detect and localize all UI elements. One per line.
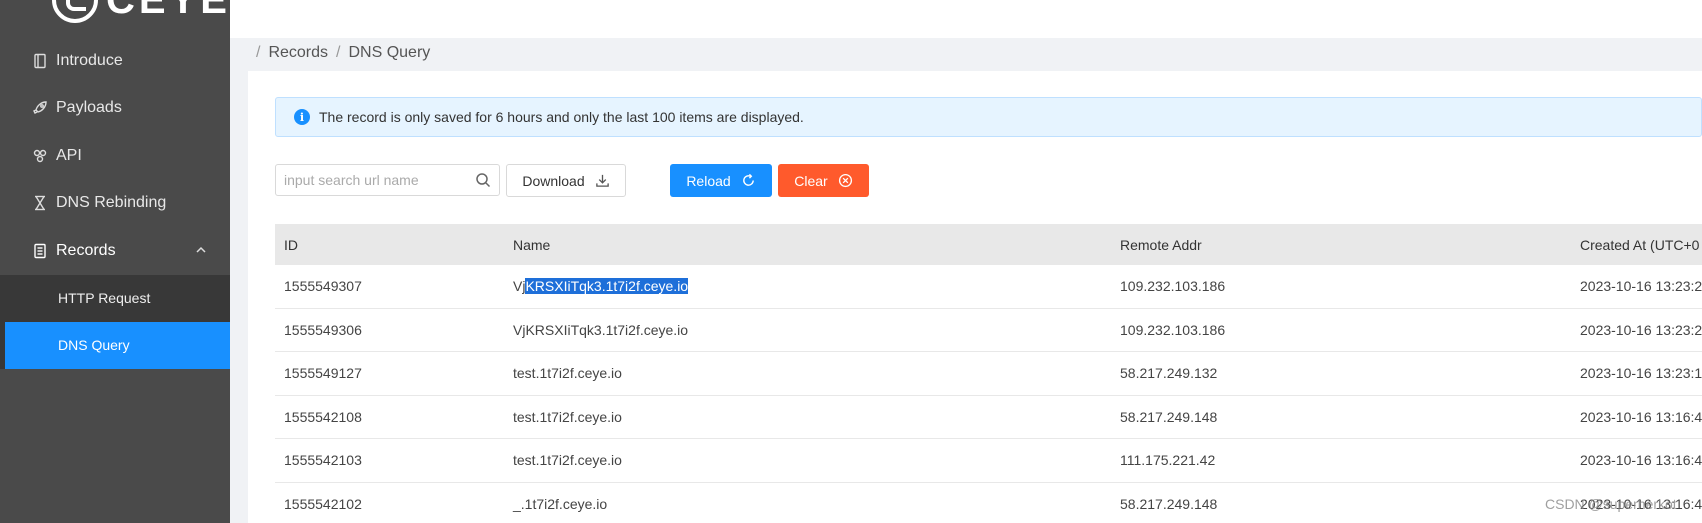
breadcrumb-separator: / [256, 44, 261, 61]
cell-remote-addr: 109.232.103.186 [1120, 278, 1226, 295]
breadcrumb: / Records / DNS Query [256, 44, 430, 62]
alert-text: The record is only saved for 6 hours and… [319, 109, 804, 125]
download-label: Download [522, 172, 585, 189]
reload-button[interactable]: Reload [670, 164, 772, 197]
clear-button[interactable]: Clear [778, 164, 869, 197]
chevron-up-icon [196, 246, 206, 253]
sidebar-item-payloads[interactable]: Payloads [0, 85, 230, 133]
dns-records-table: ID Name Remote Addr Created At (UTC+0 15… [275, 224, 1702, 523]
table-row[interactable]: 1555549307 VjKRSXIiTqk3.1t7i2f.ceye.io 1… [275, 265, 1702, 309]
download-button[interactable]: Download [506, 164, 626, 197]
cell-created-at: 2023-10-16 13:16:4 [1580, 408, 1702, 425]
cell-remote-addr: 111.175.221.42 [1120, 452, 1216, 469]
reload-label: Reload [686, 172, 731, 189]
cell-name: test.1t7i2f.ceye.io [513, 408, 622, 425]
breadcrumb-dns-query: DNS Query [348, 44, 431, 61]
info-alert: i The record is only saved for 6 hours a… [275, 97, 1702, 137]
brand-logo[interactable]: CEYE [52, 0, 231, 23]
cell-id: 1555549307 [284, 278, 362, 295]
table-row[interactable]: 1555542103 test.1t7i2f.ceye.io 111.175.2… [275, 439, 1702, 483]
column-header-created-at[interactable]: Created At (UTC+0 [1571, 237, 1702, 253]
table-row[interactable]: 1555542108 test.1t7i2f.ceye.io 58.217.24… [275, 396, 1702, 439]
sidebar-item-label: Records [56, 241, 116, 259]
cell-remote-addr: 58.217.249.132 [1120, 365, 1218, 382]
column-header-id[interactable]: ID [275, 237, 504, 253]
close-circle-icon [838, 173, 852, 188]
column-header-name[interactable]: Name [504, 237, 1111, 253]
rocket-icon [32, 100, 48, 116]
sidebar-item-api[interactable]: API [0, 132, 230, 180]
sidebar-item-label: Introduce [56, 51, 123, 69]
cell-created-at: 2023-10-16 13:16:4 [1580, 452, 1702, 469]
cell-created-at: 2023-10-16 13:23:2 [1580, 321, 1702, 338]
hourglass-icon [32, 195, 48, 211]
selected-text: KRSXIiTqk3.1t7i2f.ceye.io [525, 278, 689, 295]
records-submenu: HTTP Request DNS Query [0, 274, 230, 369]
table-row[interactable]: 1555549127 test.1t7i2f.ceye.io 58.217.24… [275, 352, 1702, 396]
column-header-remote-addr[interactable]: Remote Addr [1111, 237, 1571, 253]
search-input[interactable] [284, 172, 464, 188]
records-icon [32, 243, 48, 259]
breadcrumb-separator: / [336, 44, 341, 61]
cell-created-at: 2023-10-16 13:23:1 [1580, 365, 1702, 382]
sidebar-item-label: API [56, 146, 82, 164]
logo-text: CEYE [106, 0, 231, 22]
api-icon [32, 148, 48, 164]
search-icon[interactable] [475, 172, 491, 188]
sidebar-item-dns-rebinding[interactable]: DNS Rebinding [0, 180, 230, 228]
cell-name: VjKRSXIiTqk3.1t7i2f.ceye.io [513, 321, 689, 338]
cell-name: _.1t7i2f.ceye.io [513, 495, 608, 512]
cell-name: VjKRSXIiTqk3.1t7i2f.ceye.io [504, 278, 1111, 295]
top-header [230, 0, 1702, 38]
sidebar-item-label: DNS Query [58, 337, 130, 353]
sidebar-menu: Introduce Payloads API DNS Rebinding Rec… [0, 37, 230, 369]
sidebar: CEYE Introduce Payloads API DNS Rebindin… [0, 0, 230, 523]
book-icon [32, 53, 48, 69]
watermark: CSDN @superherkot [1545, 496, 1677, 512]
reload-icon [742, 173, 754, 186]
cell-id: 1555542102 [284, 495, 362, 512]
table-row[interactable]: 1555542102 _.1t7i2f.ceye.io 58.217.249.1… [275, 483, 1702, 523]
sidebar-item-dns-query[interactable]: DNS Query [5, 321, 230, 369]
sidebar-item-records[interactable]: Records [0, 227, 230, 275]
name-text: Vj [513, 278, 526, 295]
cell-id: 1555542103 [284, 452, 362, 469]
download-icon [595, 174, 609, 187]
cell-id: 1555549306 [284, 321, 362, 338]
clear-label: Clear [794, 172, 828, 189]
cell-name: test.1t7i2f.ceye.io [513, 365, 622, 382]
sidebar-item-label: DNS Rebinding [56, 194, 167, 212]
sidebar-item-label: Payloads [56, 99, 122, 117]
search-box [275, 164, 500, 196]
cell-id: 1555542108 [284, 408, 362, 425]
cell-remote-addr: 58.217.249.148 [1120, 408, 1218, 425]
breadcrumb-records[interactable]: Records [268, 44, 328, 62]
logo-mark-icon [52, 0, 98, 23]
sidebar-item-http-request[interactable]: HTTP Request [0, 275, 230, 322]
cell-remote-addr: 58.217.249.148 [1120, 495, 1218, 512]
table-row[interactable]: 1555549306 VjKRSXIiTqk3.1t7i2f.ceye.io 1… [275, 309, 1702, 352]
cell-id: 1555549127 [284, 365, 362, 382]
cell-remote-addr: 109.232.103.186 [1120, 321, 1226, 338]
sidebar-item-label: HTTP Request [58, 290, 151, 306]
table-header: ID Name Remote Addr Created At (UTC+0 [275, 224, 1702, 265]
info-icon: i [294, 109, 310, 125]
cell-created-at: 2023-10-16 13:23:2 [1580, 278, 1702, 295]
cell-name: test.1t7i2f.ceye.io [513, 452, 622, 469]
sidebar-item-introduce[interactable]: Introduce [0, 37, 230, 85]
